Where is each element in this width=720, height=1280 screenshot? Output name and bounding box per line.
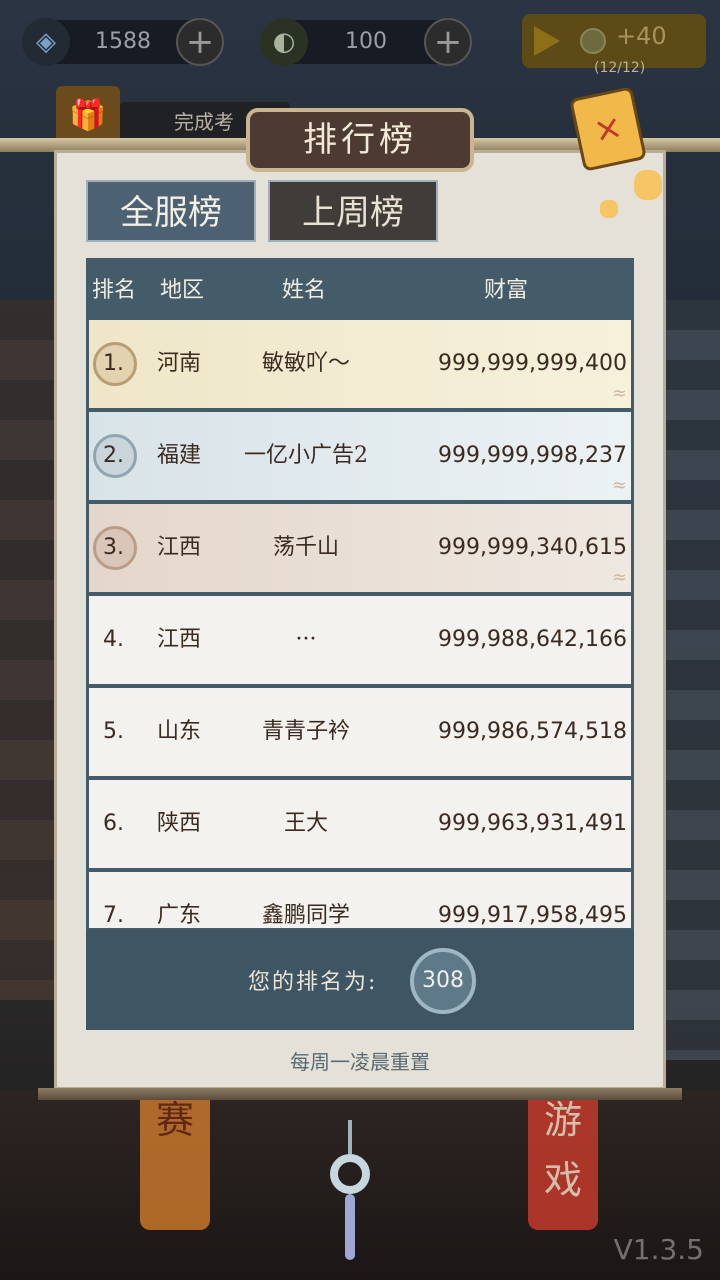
row-name: 青青子衿 [261, 719, 350, 744]
row-wealth: 999,917,958,495 [438, 903, 627, 928]
background-banner-left: 赛 [140, 1090, 210, 1230]
close-lantern-button[interactable]: × [569, 86, 647, 172]
tab-last-week[interactable]: 上周榜 [268, 180, 438, 242]
row-name: ··· [295, 627, 317, 652]
add-currency-2-button[interactable]: + [424, 18, 472, 66]
table-row: 4. 江西 ··· 999,988,642,166 [89, 596, 631, 684]
my-rank-badge: 308 [410, 948, 476, 1014]
row-wealth: 999,999,998,237 [438, 443, 627, 468]
leaderboard-list[interactable]: 1. 河南 敏敏吖～ 999,999,999,400 ≈ 2. 福建 一亿小广告… [89, 320, 631, 928]
table-row: 3. 江西 荡千山 999,999,340,615 ≈ [89, 504, 631, 592]
table-row: 6. 陕西 王大 999,963,931,491 [89, 780, 631, 868]
row-rank: 3. [103, 535, 124, 560]
ad-reward-amount: +40 [616, 22, 667, 50]
lantern-icon [600, 200, 618, 218]
table-row: 2. 福建 一亿小广告2 999,999,998,237 ≈ [89, 412, 631, 500]
column-header-rank: 排名 [92, 278, 137, 303]
row-region: 江西 [157, 535, 202, 560]
table-row: 1. 河南 敏敏吖～ 999,999,999,400 ≈ [89, 320, 631, 408]
table-row: 5. 山东 青青子衿 999,986,574,518 [89, 688, 631, 776]
cloud-ornament-icon: ≈ [611, 567, 627, 588]
row-rank: 4. [103, 627, 124, 652]
row-name: 王大 [283, 811, 328, 836]
watch-ad-reward-button[interactable]: +40 (12/12) [522, 14, 706, 76]
reset-note: 每周一凌晨重置 [290, 1050, 430, 1074]
version-label: V1.3.5 [613, 1233, 704, 1266]
row-name: 一亿小广告2 [244, 443, 368, 468]
add-currency-1-button[interactable]: + [176, 18, 224, 66]
my-rank-label: 您的排名为: [248, 970, 378, 995]
row-rank: 7. [103, 903, 124, 928]
ad-reward-count: (12/12) [594, 60, 646, 76]
pendant-ring [330, 1154, 370, 1194]
row-rank: 2. [103, 443, 124, 468]
panel-title: 排行榜 [246, 108, 474, 172]
scroll-bottom-rod [38, 1088, 682, 1100]
coin-icon [580, 28, 606, 54]
row-wealth: 999,999,999,400 [438, 351, 627, 376]
row-region: 广东 [157, 903, 202, 928]
row-wealth: 999,986,574,518 [438, 719, 627, 744]
row-region: 福建 [157, 443, 202, 468]
row-wealth: 999,999,340,615 [438, 535, 627, 560]
row-region: 江西 [157, 627, 202, 652]
column-header-region: 地区 [160, 278, 205, 303]
column-header-wealth: 财富 [484, 278, 529, 303]
row-region: 山东 [157, 719, 202, 744]
column-header-name: 姓名 [282, 278, 327, 303]
row-rank: 5. [103, 719, 124, 744]
currency-1-display: ◈ 1588 + [22, 18, 224, 66]
row-rank: 1. [103, 351, 124, 376]
row-wealth: 999,988,642,166 [438, 627, 627, 652]
row-rank: 6. [103, 811, 124, 836]
row-name: 荡千山 [272, 535, 339, 560]
row-wealth: 999,963,931,491 [438, 811, 627, 836]
row-name: 敏敏吖～ [261, 351, 350, 376]
background-banner-right: 游戏 [528, 1090, 598, 1230]
row-region: 河南 [157, 351, 202, 376]
lantern-icon [634, 170, 662, 200]
cloud-ornament-icon: ≈ [611, 475, 627, 496]
pendant-cord [348, 1120, 352, 1154]
gift-box-icon[interactable]: 🎁 [56, 86, 120, 146]
currency-2-display: ◐ 100 + [260, 18, 472, 66]
table-row: 7. 广东 鑫鹏同学 999,917,958,495 [89, 872, 631, 928]
play-icon [534, 26, 560, 56]
jade-pendant-icon [330, 1120, 370, 1260]
cloud-ornament-icon: ≈ [611, 383, 627, 404]
tab-all-server[interactable]: 全服榜 [86, 180, 256, 242]
row-name: 鑫鹏同学 [261, 903, 350, 928]
pendant-tassel [345, 1194, 355, 1260]
row-region: 陕西 [157, 811, 202, 836]
